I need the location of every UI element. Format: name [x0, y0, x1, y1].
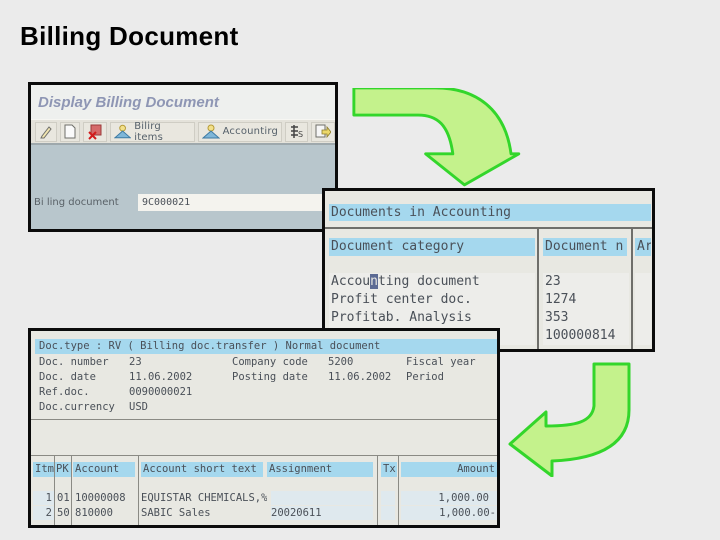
company-code-value: 5200 — [328, 356, 354, 368]
amount-cell: 1,000.00 — [401, 491, 497, 505]
column-header-document-number[interactable]: Document n — [543, 238, 627, 256]
billing-document-label: Bi ling document — [34, 196, 119, 208]
change-button[interactable] — [35, 121, 57, 142]
column-divider — [398, 455, 399, 525]
account-cell: 10000008 — [75, 492, 126, 504]
posting-date-value: 11.06.2002 — [328, 371, 392, 383]
divider — [31, 455, 497, 456]
export-button[interactable] — [311, 121, 335, 142]
document-number[interactable]: 1274 — [543, 291, 629, 309]
column-header-document-category[interactable]: Document category — [329, 238, 535, 256]
slide-title: Billing Document — [20, 21, 239, 51]
cancel-document-button[interactable] — [83, 121, 107, 142]
document-type-line: Doc.type : RV ( Billing doc.transfer ) N… — [39, 340, 381, 352]
column-header-amount[interactable]: Amount — [401, 462, 497, 477]
curved-arrow-down-icon — [352, 88, 521, 187]
column-header-posting-key[interactable]: PK — [55, 462, 71, 477]
column-header-area[interactable]: Ar — [635, 238, 651, 256]
document-number[interactable]: 23 — [543, 273, 629, 291]
curved-arrow-left-icon — [508, 362, 631, 477]
column-header-tax-code[interactable]: Tx — [381, 462, 397, 477]
doc-number-label: Doc. number — [39, 356, 109, 368]
item-cell[interactable]: 1 — [33, 491, 54, 505]
account-cell: 810000 — [75, 507, 113, 519]
svg-text:S: S — [298, 130, 303, 139]
doc-currency-value: USD — [129, 401, 148, 413]
ref-doc-label: Ref.doc. — [39, 386, 90, 398]
accounting-button[interactable]: Accountirg — [197, 121, 282, 142]
divider — [325, 227, 652, 229]
column-header-item[interactable]: Itm — [33, 462, 54, 477]
column-divider — [138, 455, 139, 525]
table-settings-button[interactable]: S — [285, 121, 308, 142]
posting-key-cell: 01 — [57, 492, 70, 504]
posting-date-label: Posting date — [232, 371, 308, 383]
billing-items-label: Bilirg items — [134, 120, 164, 143]
list-item[interactable]: Accounting document — [329, 273, 535, 291]
category-text: Accounting document — [331, 274, 480, 289]
posting-key-cell: 50 — [57, 507, 70, 519]
doc-number-value: 23 — [129, 356, 142, 368]
area-cell — [635, 273, 651, 291]
table-settings-icon: S — [291, 125, 303, 139]
person-icon — [114, 124, 132, 139]
column-divider — [537, 227, 539, 349]
short-text-cell: EQUISTAR CHEMICALS,% — [141, 492, 267, 504]
export-icon — [315, 124, 331, 139]
item-cell[interactable]: 2 — [33, 506, 54, 520]
area-cell — [635, 327, 651, 345]
column-divider — [71, 455, 72, 525]
list-item[interactable]: Profitab. Analysis — [329, 309, 535, 327]
assignment-cell: 20020611 — [271, 506, 373, 520]
billing-document-field-row: Bi ling document 9C000021 — [31, 192, 335, 212]
short-text-cell: SABIC Sales — [141, 507, 211, 519]
column-divider — [631, 227, 633, 349]
display-document-button[interactable] — [60, 121, 80, 142]
display-billing-document-window: Display Billing Document Bilirg items Ac… — [28, 82, 338, 232]
accounting-label: Accountirg — [222, 126, 278, 137]
document-icon — [64, 124, 76, 139]
area-cell — [635, 309, 651, 327]
dialog-title: Documents in Accounting — [329, 204, 651, 221]
area-cell — [635, 291, 651, 309]
doc-currency-label: Doc.currency — [39, 401, 115, 413]
period-label: Period — [406, 371, 444, 383]
column-header-account[interactable]: Account — [73, 462, 135, 477]
billing-document-input[interactable]: 9C000021 — [138, 193, 335, 211]
window-title: Display Billing Document — [38, 94, 219, 111]
accounting-document-detail-window: Doc.type : RV ( Billing doc.transfer ) N… — [28, 328, 500, 528]
document-number[interactable]: 100000814 — [543, 327, 629, 345]
list-item[interactable]: Profit center doc. — [329, 291, 535, 309]
column-divider — [377, 455, 378, 525]
divider — [31, 419, 497, 420]
document-number[interactable]: 353 — [543, 309, 629, 327]
application-toolbar: Bilirg items Accountirg S — [31, 119, 335, 145]
fiscal-year-label: Fiscal year — [406, 356, 476, 368]
doc-date-value: 11.06.2002 — [129, 371, 193, 383]
column-header-assignment[interactable]: Assignment — [267, 462, 373, 477]
assignment-cell — [271, 491, 373, 505]
billing-items-button[interactable]: Bilirg items — [110, 120, 195, 143]
person-icon — [201, 124, 220, 139]
doc-date-label: Doc. date — [39, 371, 96, 383]
pencil-icon — [40, 125, 52, 138]
tax-code-cell — [381, 491, 395, 505]
tax-code-cell — [381, 506, 395, 520]
company-code-label: Company code — [232, 356, 308, 368]
amount-cell: 1,000.00- — [401, 506, 497, 520]
column-header-account-short-text[interactable]: Account short text — [141, 462, 263, 477]
window-titlebar: Display Billing Document — [31, 85, 335, 119]
cancel-document-icon — [88, 124, 102, 140]
ref-doc-value: 0090000021 — [129, 386, 193, 398]
